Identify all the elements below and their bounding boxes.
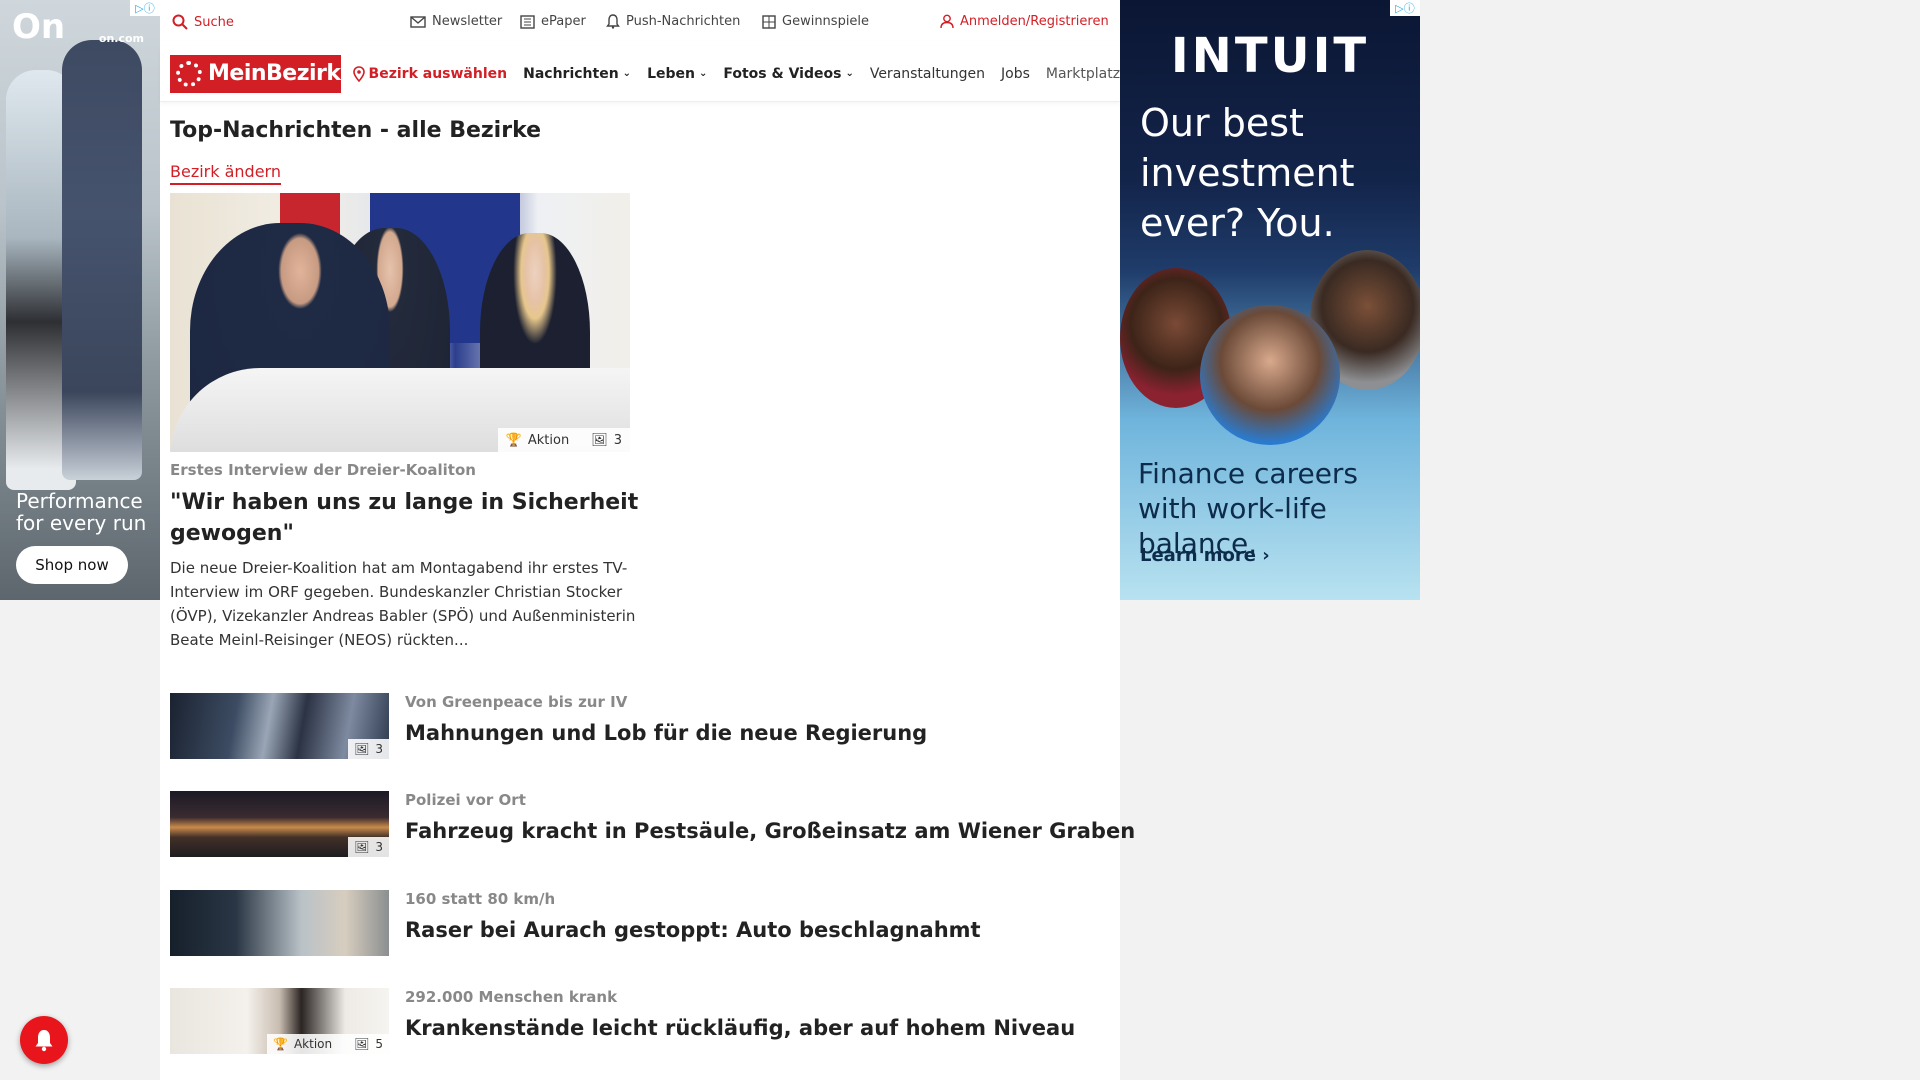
chevron-down-icon: ⌄: [622, 68, 632, 79]
image-badge: 🏆 Aktion 🖼 5: [267, 1034, 389, 1054]
lead-article-image[interactable]: 🏆 Aktion 🖼 3: [170, 193, 630, 452]
ad-left-banner[interactable]: On on.com Performance for every run Shop…: [0, 0, 160, 600]
list-item[interactable]: 🖼 3 Von Greenpeace bis zur IV Mahnungen …: [170, 693, 1110, 759]
nav-item-label: Jobs: [1001, 65, 1030, 82]
ad-learn-more-link[interactable]: Learn more ›: [1140, 545, 1270, 566]
search-label: Suche: [194, 14, 234, 30]
adchoices-icon[interactable]: ▷ⓘ: [130, 0, 160, 16]
lead-article-teaser: Die neue Dreier-Koalition hat am Montaga…: [170, 559, 636, 649]
user-icon: [940, 14, 954, 29]
envelope-icon: [410, 15, 426, 28]
badge-count: 3: [375, 742, 383, 756]
nav-item-label: Marktplatz: [1045, 65, 1120, 82]
badge-label: Aktion: [293, 1037, 333, 1051]
article-thumbnail[interactable]: 🖼 3: [170, 791, 389, 857]
main-navigation: MeinBezirk Bezirk auswählen Nachrichten ⌄…: [160, 46, 1120, 102]
gallery-icon: 🖼: [354, 1037, 370, 1051]
gallery-icon: 🖼: [354, 840, 370, 854]
map-pin-icon: [352, 65, 365, 82]
badge-count: 3: [613, 432, 622, 448]
ad-right-banner[interactable]: INTUIT Our best investment ever? You. Fi…: [1120, 0, 1420, 600]
badge-count: 5: [375, 1037, 383, 1051]
nav-item-label: Nachrichten: [523, 65, 619, 82]
image-badge: 🖼 3: [348, 739, 389, 759]
logo-text: MeinBezirk: [208, 61, 341, 86]
lead-article-title[interactable]: "Wir haben uns zu lange in Sicherheit ge…: [170, 487, 640, 549]
article-kicker: Von Greenpeace bis zur IV: [405, 693, 628, 711]
search-link[interactable]: Suche: [172, 14, 234, 30]
contests-label: Gewinnspiele: [782, 14, 870, 29]
adchoices-icon[interactable]: ▷ⓘ: [1390, 0, 1420, 16]
article-kicker: Polizei vor Ort: [405, 791, 526, 809]
article-thumbnail[interactable]: [170, 890, 389, 956]
trophy-icon: 🏆: [505, 432, 522, 448]
region-select[interactable]: Bezirk auswählen: [352, 65, 508, 82]
article-title[interactable]: Krankenstände leicht rückläufig, aber au…: [405, 1016, 1075, 1040]
article-title[interactable]: Fahrzeug kracht in Pestsäule, Großeinsat…: [405, 819, 1135, 843]
main-content: Suche Newsletter ePaper Push-Nachrichten…: [160, 0, 1135, 1080]
logo-sun-icon: [176, 60, 202, 87]
article-kicker: 160 statt 80 km/h: [405, 890, 556, 908]
nav-item-news[interactable]: Nachrichten ⌄: [523, 66, 631, 82]
nav-item-marketplace[interactable]: Marktplatz: [1046, 66, 1120, 82]
change-region-link[interactable]: Bezirk ändern: [170, 162, 281, 185]
gallery-icon: 🖼: [354, 742, 370, 756]
ad-headline: Our best investment ever? You.: [1140, 101, 1355, 245]
article-title[interactable]: Raser bei Aurach gestoppt: Auto beschlag…: [405, 918, 981, 942]
epaper-link[interactable]: ePaper: [520, 14, 586, 29]
chevron-down-icon: ⌄: [845, 68, 854, 79]
image-badge: 🖼 3: [348, 837, 389, 857]
nav-item-label: Veranstaltungen: [869, 65, 985, 82]
newsletter-label: Newsletter: [432, 14, 503, 29]
article-thumbnail[interactable]: 🖼 3: [170, 693, 389, 759]
push-notifications-link[interactable]: Push-Nachrichten: [606, 14, 740, 29]
gallery-icon: 🖼: [591, 432, 608, 448]
newspaper-icon: [520, 14, 535, 29]
region-select-label: Bezirk auswählen: [368, 65, 508, 82]
top-bar: Suche Newsletter ePaper Push-Nachrichten…: [160, 0, 1120, 46]
nav-item-label: Fotos & Videos: [723, 65, 842, 82]
epaper-label: ePaper: [541, 14, 586, 29]
list-item[interactable]: 160 statt 80 km/h Raser bei Aurach gesto…: [170, 890, 1110, 956]
push-notifications-label: Push-Nachrichten: [626, 14, 741, 29]
ad-model-image: [62, 40, 142, 480]
badge-count: 3: [375, 840, 383, 854]
nav-item-photos-videos[interactable]: Fotos & Videos ⌄: [723, 66, 853, 82]
list-item[interactable]: 🖼 3 Polizei vor Ort Fahrzeug kracht in P…: [170, 791, 1135, 857]
badge-label: Aktion: [527, 432, 570, 448]
search-icon: [172, 14, 188, 30]
nav-item-label: Leben: [647, 65, 695, 82]
lead-article-kicker: Erstes Interview der Dreier-Koaliton: [170, 461, 476, 479]
login-link[interactable]: Anmelden/Registrieren: [940, 14, 1109, 29]
nav-item-events[interactable]: Veranstaltungen: [870, 66, 985, 82]
ad-brand-logo: INTUIT: [1170, 28, 1370, 84]
ad-person-image: [1200, 305, 1340, 445]
nav-item-life[interactable]: Leben ⌄: [647, 66, 707, 82]
bell-icon: [35, 1030, 53, 1052]
ad-url: on.com: [98, 32, 144, 45]
page-title: Top-Nachrichten - alle Bezirke: [170, 118, 542, 143]
ad-tagline: Performance for every run: [16, 489, 147, 535]
ad-shop-now-button[interactable]: Shop now: [16, 546, 128, 584]
article-kicker: 292.000 Menschen krank: [405, 988, 618, 1006]
push-notification-button[interactable]: [20, 1016, 68, 1064]
newsletter-link[interactable]: Newsletter: [410, 14, 502, 29]
nav-item-jobs[interactable]: Jobs: [1001, 66, 1030, 82]
article-title[interactable]: Mahnungen und Lob für die neue Regierung: [405, 721, 927, 745]
contests-link[interactable]: Gewinnspiele: [762, 14, 869, 29]
image-badge: 🏆 Aktion 🖼 3: [497, 428, 630, 452]
list-item[interactable]: 🏆 Aktion 🖼 5 292.000 Menschen krank Kran…: [170, 988, 1110, 1054]
bell-icon: [606, 14, 620, 29]
trophy-icon: 🏆: [273, 1037, 288, 1051]
gift-icon: [762, 14, 776, 29]
article-thumbnail[interactable]: 🏆 Aktion 🖼 5: [170, 988, 389, 1054]
site-logo[interactable]: MeinBezirk: [170, 54, 341, 93]
chevron-down-icon: ⌄: [698, 68, 708, 79]
login-label: Anmelden/Registrieren: [960, 14, 1109, 29]
ad-brand-logo: On: [12, 7, 66, 47]
